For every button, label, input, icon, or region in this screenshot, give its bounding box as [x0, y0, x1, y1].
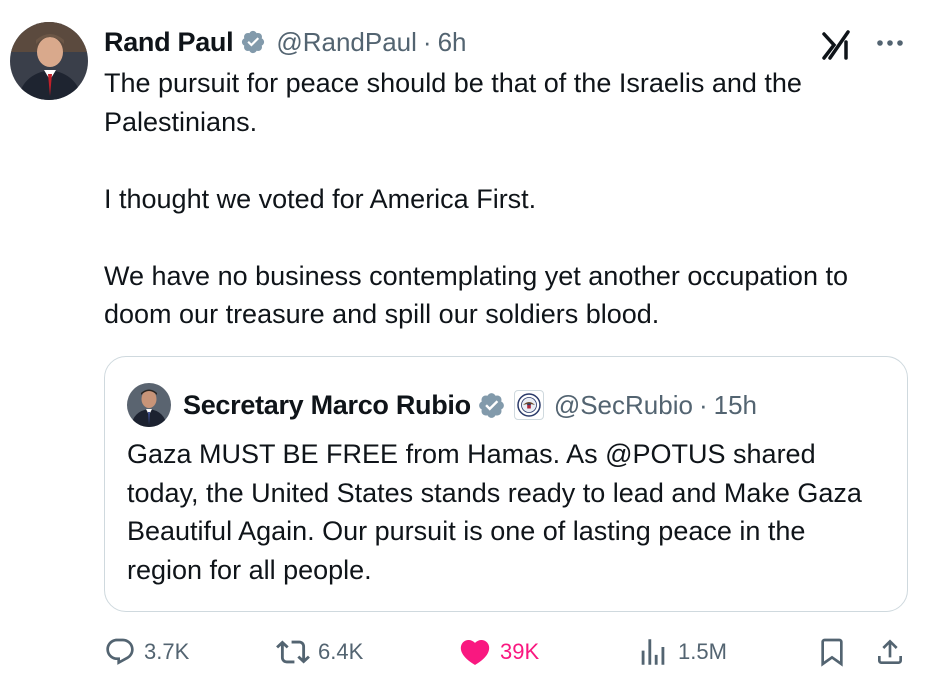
repost-button[interactable]: 6.4K: [276, 632, 363, 672]
tweet-paragraph: The pursuit for peace should be that of …: [104, 68, 802, 137]
separator-dot: ·: [422, 26, 432, 57]
author-handle[interactable]: @RandPaul: [276, 27, 417, 58]
quoted-author-name[interactable]: Secretary Marco Rubio: [183, 390, 471, 421]
repost-count: 6.4K: [318, 639, 364, 664]
verified-badge-icon: [242, 30, 265, 54]
action-bar: 3.7K 6.4K 39K 1.5M: [104, 632, 914, 672]
more-icon[interactable]: [870, 28, 910, 58]
views-button[interactable]: 1.5M: [636, 632, 727, 672]
tweet-paragraph: We have no business contemplating yet an…: [104, 260, 848, 330]
like-button[interactable]: 39K: [458, 632, 539, 672]
tweet-text: The pursuit for peace should be that of …: [104, 64, 914, 334]
like-count: 39K: [500, 639, 540, 664]
quoted-time[interactable]: 15h: [714, 390, 757, 421]
bookmark-icon[interactable]: [816, 636, 848, 668]
state-department-seal-icon: [513, 390, 544, 420]
author-name[interactable]: Rand Paul: [104, 27, 234, 58]
share-icon[interactable]: [874, 636, 906, 668]
quoted-author-handle[interactable]: @SecRubio: [554, 390, 693, 421]
repost-icon: [276, 640, 310, 664]
reply-button[interactable]: 3.7K: [104, 632, 189, 672]
author-avatar[interactable]: [10, 22, 88, 100]
grok-icon[interactable]: [820, 28, 854, 62]
heart-icon: [460, 639, 490, 665]
separator-dot: ·: [698, 389, 708, 420]
quoted-author-avatar[interactable]: [127, 383, 171, 427]
tweet-header: Rand Paul @RandPaul · 6h: [104, 22, 467, 62]
reply-count: 3.7K: [144, 639, 190, 664]
quoted-header: Secretary Marco Rubio @SecRubio · 15h: [183, 383, 757, 427]
verified-badge-icon: [478, 392, 504, 418]
views-icon: [641, 639, 665, 665]
tweet-paragraph: I thought we voted for America First.: [104, 183, 537, 214]
quoted-tweet-text: Gaza MUST BE FREE from Hamas. As @POTUS …: [127, 439, 862, 585]
quoted-tweet[interactable]: Secretary Marco Rubio @SecRubio · 15h Ga…: [104, 356, 908, 612]
tweet-time[interactable]: 6h: [438, 27, 467, 58]
views-count: 1.5M: [678, 639, 727, 664]
reply-icon: [106, 638, 134, 665]
